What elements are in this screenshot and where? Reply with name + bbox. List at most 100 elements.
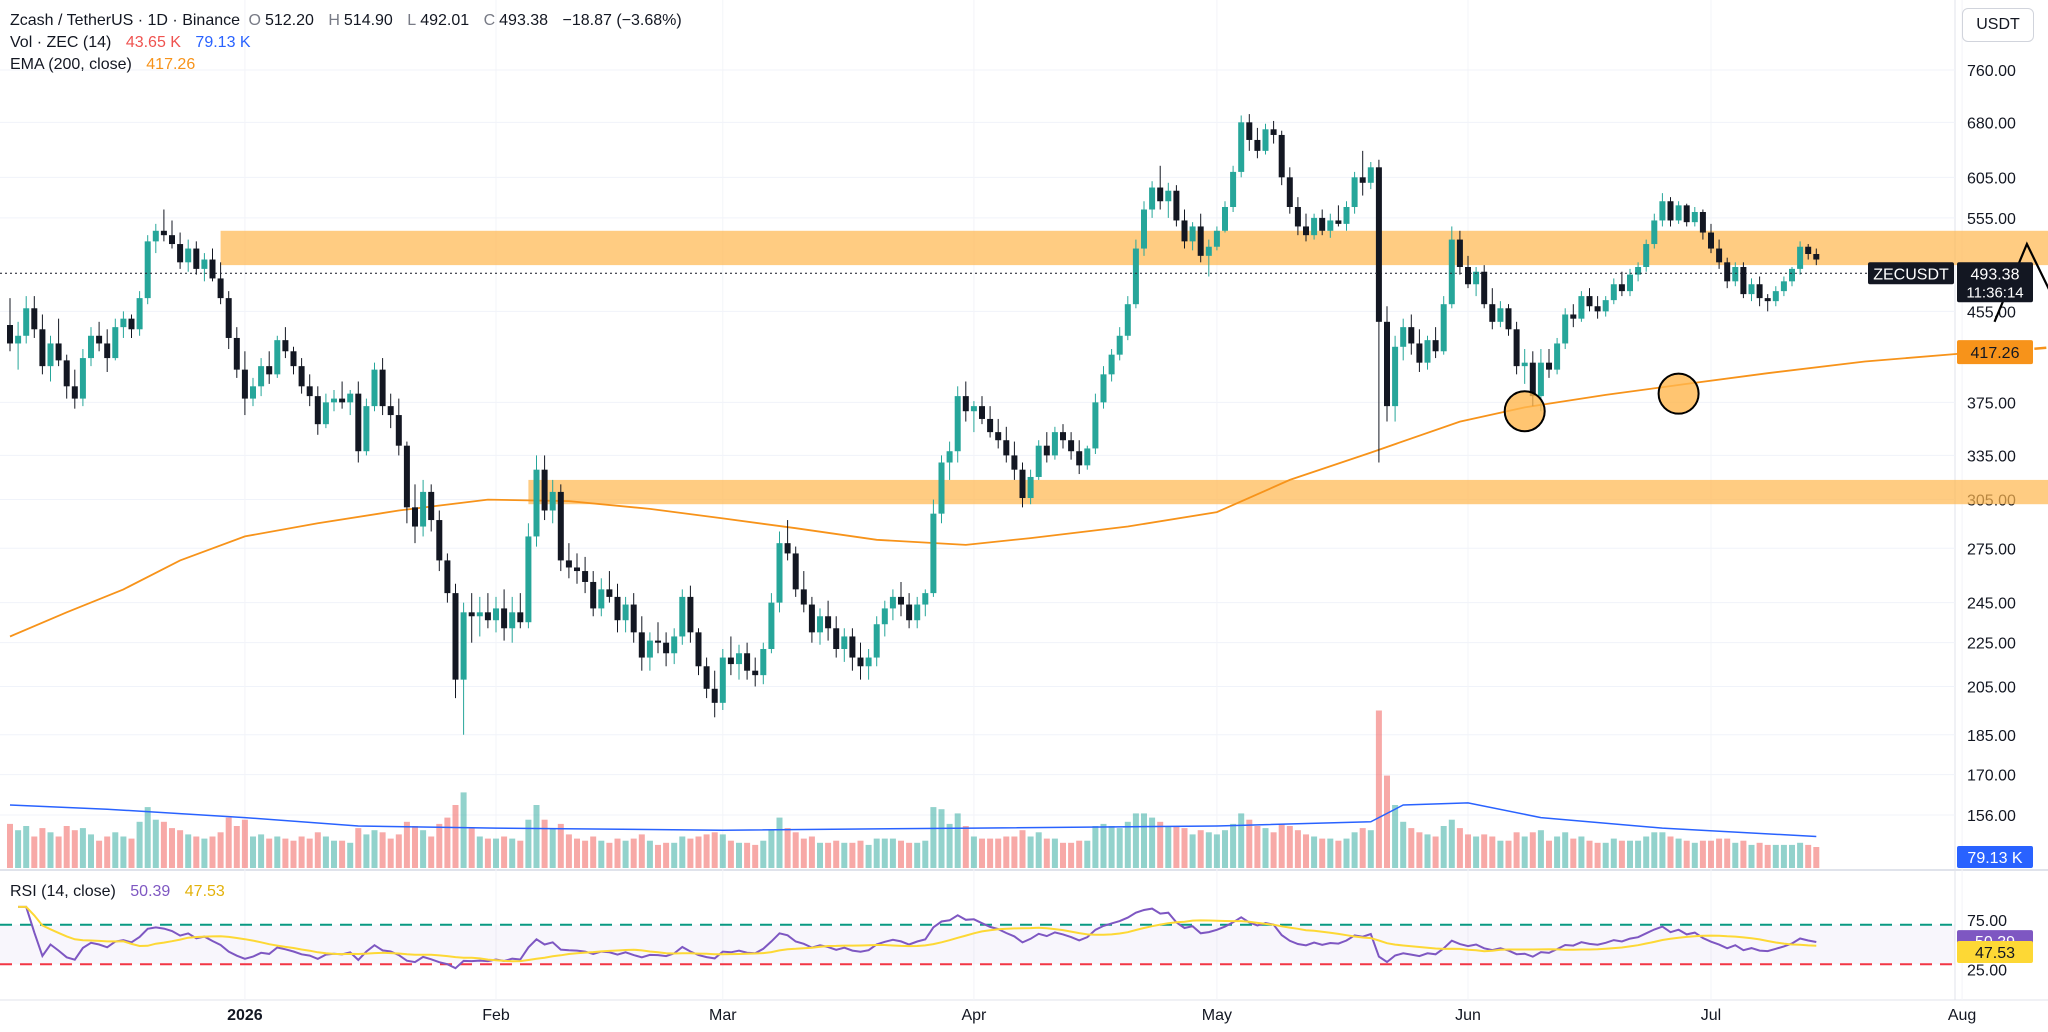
candle-body <box>314 396 321 425</box>
candle <box>1384 306 1390 422</box>
volume-bar <box>1311 836 1318 868</box>
candle-body <box>606 589 613 597</box>
volume-bar <box>1594 842 1601 868</box>
candle <box>1643 239 1650 272</box>
candle-body <box>979 406 985 419</box>
time-axis-label: Mar <box>709 1007 737 1024</box>
volume-bar <box>96 840 103 868</box>
volume-bar <box>468 828 475 868</box>
candle-body <box>1019 469 1026 499</box>
currency-label: USDT <box>1976 16 2020 33</box>
candle <box>371 362 378 412</box>
price-tick-label: 245.00 <box>1967 596 2016 613</box>
volume-bar <box>646 840 653 868</box>
volume-bar <box>1375 710 1382 868</box>
candle-body <box>39 329 46 367</box>
candle-body <box>1149 187 1156 210</box>
candle-body <box>719 657 726 703</box>
volume-bar <box>849 842 856 868</box>
candle-body <box>1724 262 1731 282</box>
candle-body <box>930 513 937 594</box>
volume-bar <box>954 813 961 868</box>
rsi-tick-label: 75.00 <box>1967 913 2007 930</box>
candle-body <box>752 670 759 676</box>
volume-bar <box>1035 832 1042 868</box>
candle-body <box>768 602 775 650</box>
candle <box>792 546 799 597</box>
volume-bar <box>1546 840 1552 868</box>
candle-body <box>1489 304 1496 322</box>
candle-body <box>1124 304 1131 336</box>
volume-bar <box>914 842 921 868</box>
candle-body <box>379 369 386 407</box>
chart-canvas[interactable]: 760.00 680.00 605.00 555.00 455.00 375.00 335.… <box>0 0 2048 1032</box>
candle-body <box>1594 306 1601 312</box>
volume-bar <box>565 834 572 868</box>
price-tick-label: 185.00 <box>1967 728 2016 745</box>
volume-bar <box>792 832 799 868</box>
candle-body <box>1740 266 1747 295</box>
candle-body <box>1303 226 1309 236</box>
volume-bar <box>452 805 459 868</box>
volume-bar <box>857 840 864 868</box>
candle <box>776 531 783 613</box>
volume-bar <box>1627 840 1633 868</box>
volume-bar <box>379 832 386 868</box>
volume-bar <box>1513 832 1520 868</box>
candle-body <box>1813 254 1820 260</box>
candle-body <box>15 335 22 344</box>
candle-body <box>266 366 273 375</box>
close-value: 493.38 <box>499 12 549 29</box>
volume-bar <box>144 807 151 868</box>
candle-body <box>1222 207 1228 231</box>
candle-body <box>355 393 362 452</box>
volume-bar <box>1205 832 1212 868</box>
candle-body <box>1667 201 1674 221</box>
volume-bar <box>1197 830 1204 868</box>
candle-body <box>185 248 192 263</box>
candle-body <box>1116 335 1123 355</box>
candle-body <box>250 386 256 399</box>
volume-bar <box>420 830 427 868</box>
price-tick-label: 170.00 <box>1967 768 2016 785</box>
volume-bar <box>1084 840 1091 868</box>
currency-button[interactable]: USDT <box>1962 8 2034 42</box>
candle-body <box>1424 340 1431 363</box>
candle-body <box>1651 220 1658 245</box>
volume-bar <box>444 817 451 868</box>
volume-bar <box>1181 828 1188 868</box>
candle-body <box>1035 445 1042 477</box>
candle-body <box>1375 167 1382 322</box>
candle-body <box>1780 281 1787 292</box>
candle-body <box>1456 239 1463 267</box>
volume-bar <box>71 830 78 868</box>
candle-body <box>201 259 208 269</box>
volume-bar <box>703 834 710 868</box>
candle-body <box>962 396 969 412</box>
candle-body <box>906 604 913 621</box>
candle-body <box>1610 284 1617 301</box>
candle-body <box>1764 298 1771 302</box>
volume-bar <box>517 840 524 868</box>
volume-bar <box>1416 832 1423 868</box>
candle-body <box>873 624 880 658</box>
volume-bar <box>841 842 848 868</box>
volume-bar <box>1432 836 1439 868</box>
candle-body <box>1327 220 1334 231</box>
volume-bar <box>1554 836 1561 868</box>
volume-bar <box>55 836 62 868</box>
candle-body <box>1351 177 1358 208</box>
legend-rsi: RSI (14, close) 50.39 47.53 <box>10 883 229 901</box>
candle-body <box>177 244 184 263</box>
high-value: 514.90 <box>343 12 393 29</box>
volume-bar <box>946 823 953 868</box>
candle-body <box>1189 226 1196 242</box>
volume-bar <box>784 828 791 868</box>
candle-body <box>298 366 305 387</box>
candle-body <box>387 406 394 416</box>
legend-volume: Vol · ZEC (14) 43.65 K 79.13 K <box>10 34 255 52</box>
candle-body <box>217 278 224 299</box>
price-tick-label: 375.00 <box>1967 395 2016 412</box>
volume-bar <box>250 836 256 868</box>
candle-body <box>744 653 751 671</box>
